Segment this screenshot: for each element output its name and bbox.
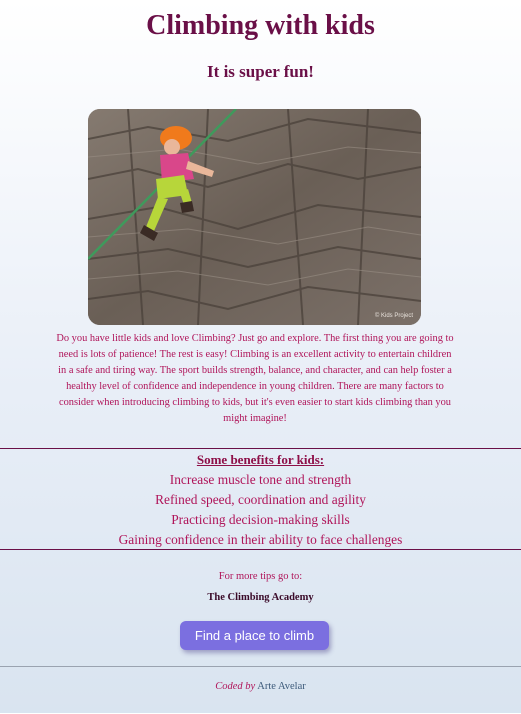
- intro-paragraph: Do you have little kids and love Climbin…: [56, 333, 454, 424]
- benefits-title: Some benefits for kids:: [196, 452, 325, 467]
- coded-by-label: Coded by: [215, 681, 256, 692]
- footer: Coded by Arte Avelar: [0, 666, 521, 714]
- page-subtitle: It is super fun!: [207, 62, 314, 81]
- benefit-item: Practicing decision-making skills: [171, 512, 350, 527]
- benefit-item: Refined speed, coordination and agility: [155, 492, 366, 507]
- page-title: Climbing with kids: [146, 10, 375, 41]
- benefits-section: Some benefits for kids: Increase muscle …: [0, 448, 521, 550]
- author-link[interactable]: Arte Avelar: [257, 681, 306, 692]
- climbing-academy-link[interactable]: The Climbing Academy: [0, 592, 521, 603]
- benefit-item: Increase muscle tone and strength: [169, 472, 352, 487]
- benefit-item: Gaining confidence in their ability to f…: [118, 532, 403, 547]
- climbing-photo: © Kids Project: [88, 109, 421, 325]
- photo-watermark: © Kids Project: [375, 312, 413, 319]
- tips-label: For more tips go to:: [218, 571, 303, 582]
- footer-credit: Coded by Arte Avelar: [0, 681, 521, 692]
- benefits-list: Increase muscle tone and strength Refine…: [0, 470, 521, 550]
- find-place-button[interactable]: Find a place to climb: [180, 621, 329, 650]
